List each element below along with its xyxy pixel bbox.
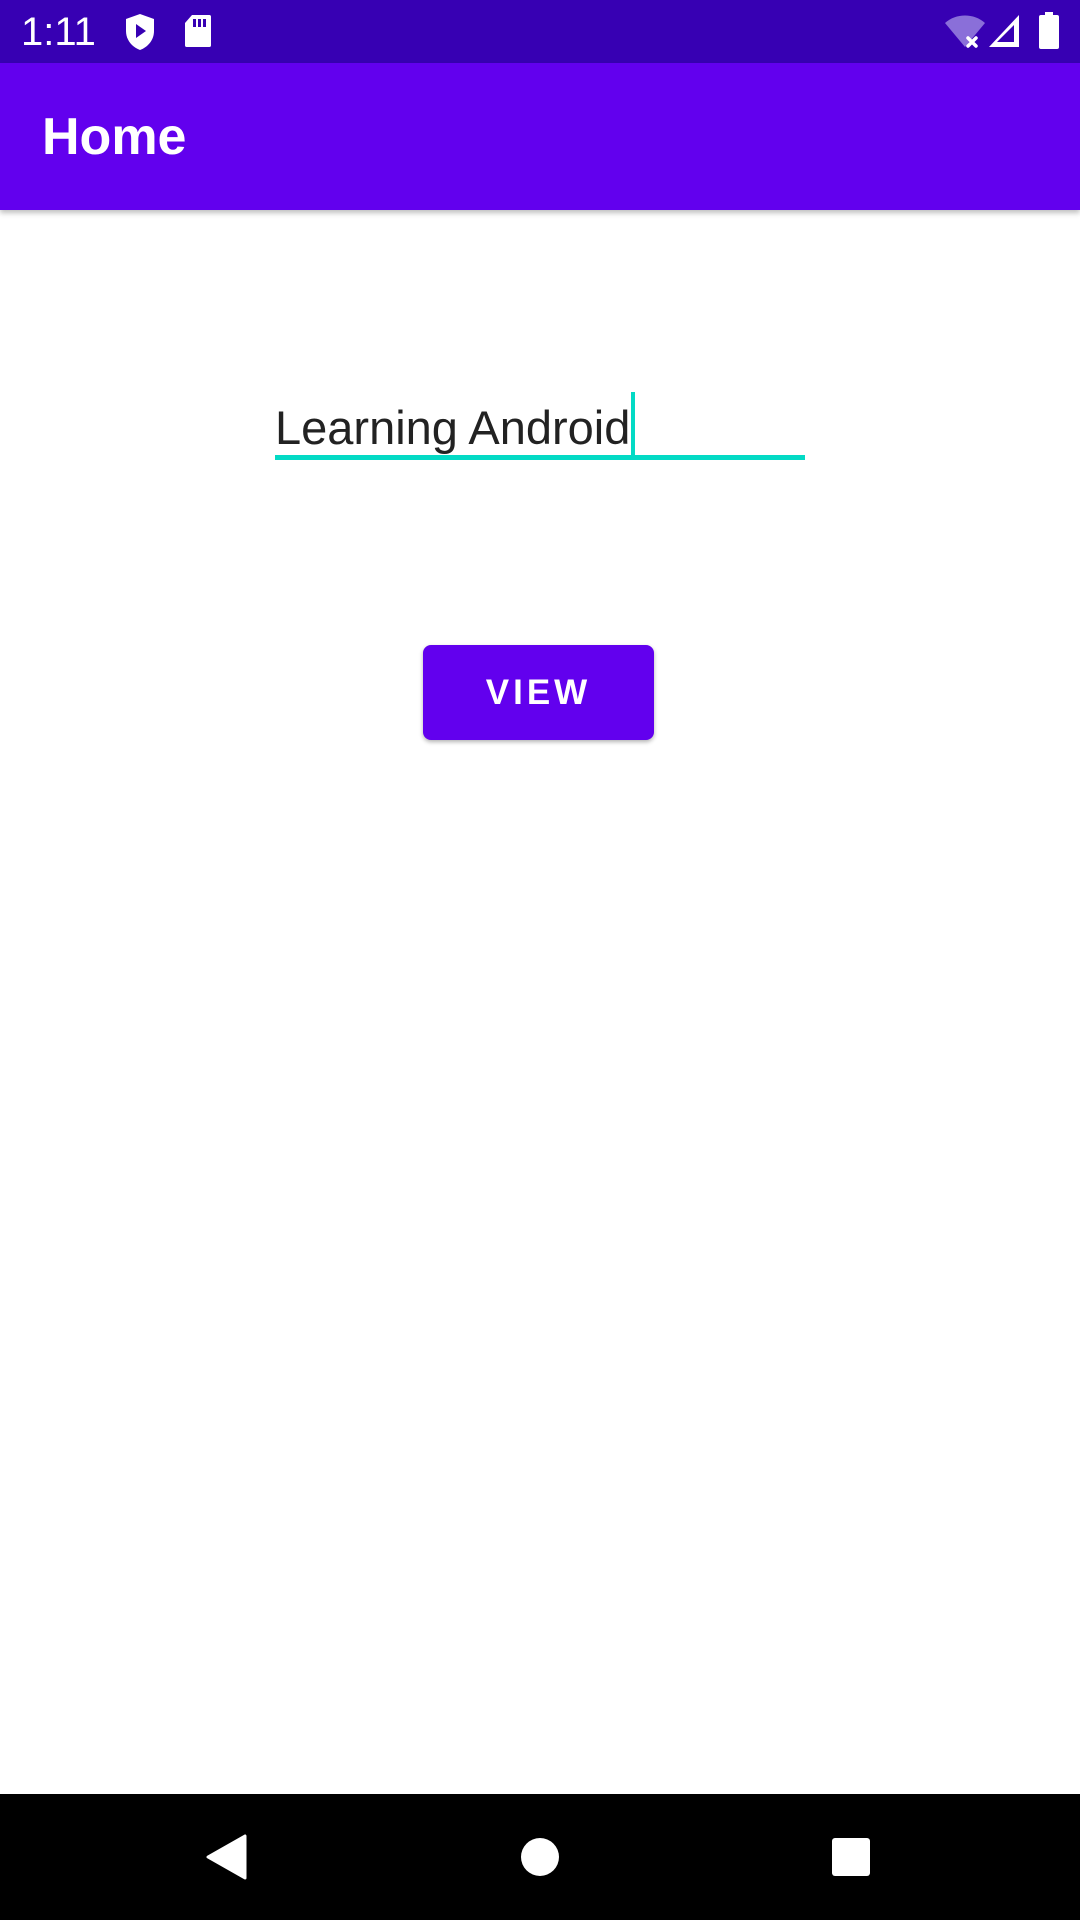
navigation-bar bbox=[0, 1794, 1080, 1920]
app-bar: Home bbox=[0, 63, 1080, 210]
home-icon bbox=[521, 1838, 559, 1876]
wifi-off-icon bbox=[945, 15, 985, 48]
view-button[interactable]: VIEW bbox=[423, 645, 654, 740]
text-input-value: Learning Android bbox=[275, 401, 631, 454]
text-input-field[interactable]: Learning Android bbox=[275, 382, 805, 462]
view-button-label: VIEW bbox=[485, 672, 592, 712]
cell-signal-icon bbox=[989, 15, 1019, 47]
screen: 1:11 Home Learning Android VIEW bbox=[0, 0, 1080, 1920]
status-bar: 1:11 bbox=[0, 0, 1080, 63]
page-title: Home bbox=[42, 108, 187, 166]
battery-icon bbox=[1039, 12, 1059, 49]
text-input[interactable]: Learning Android bbox=[275, 392, 636, 456]
sd-card-icon bbox=[185, 15, 211, 47]
back-button[interactable] bbox=[156, 1794, 296, 1920]
home-button[interactable] bbox=[470, 1794, 610, 1920]
input-underline bbox=[275, 455, 805, 460]
back-icon bbox=[206, 1834, 247, 1880]
recents-button[interactable] bbox=[781, 1794, 921, 1920]
recents-icon bbox=[832, 1838, 870, 1876]
status-time: 1:11 bbox=[21, 10, 96, 54]
shield-play-icon bbox=[126, 14, 154, 50]
text-cursor bbox=[631, 392, 636, 456]
